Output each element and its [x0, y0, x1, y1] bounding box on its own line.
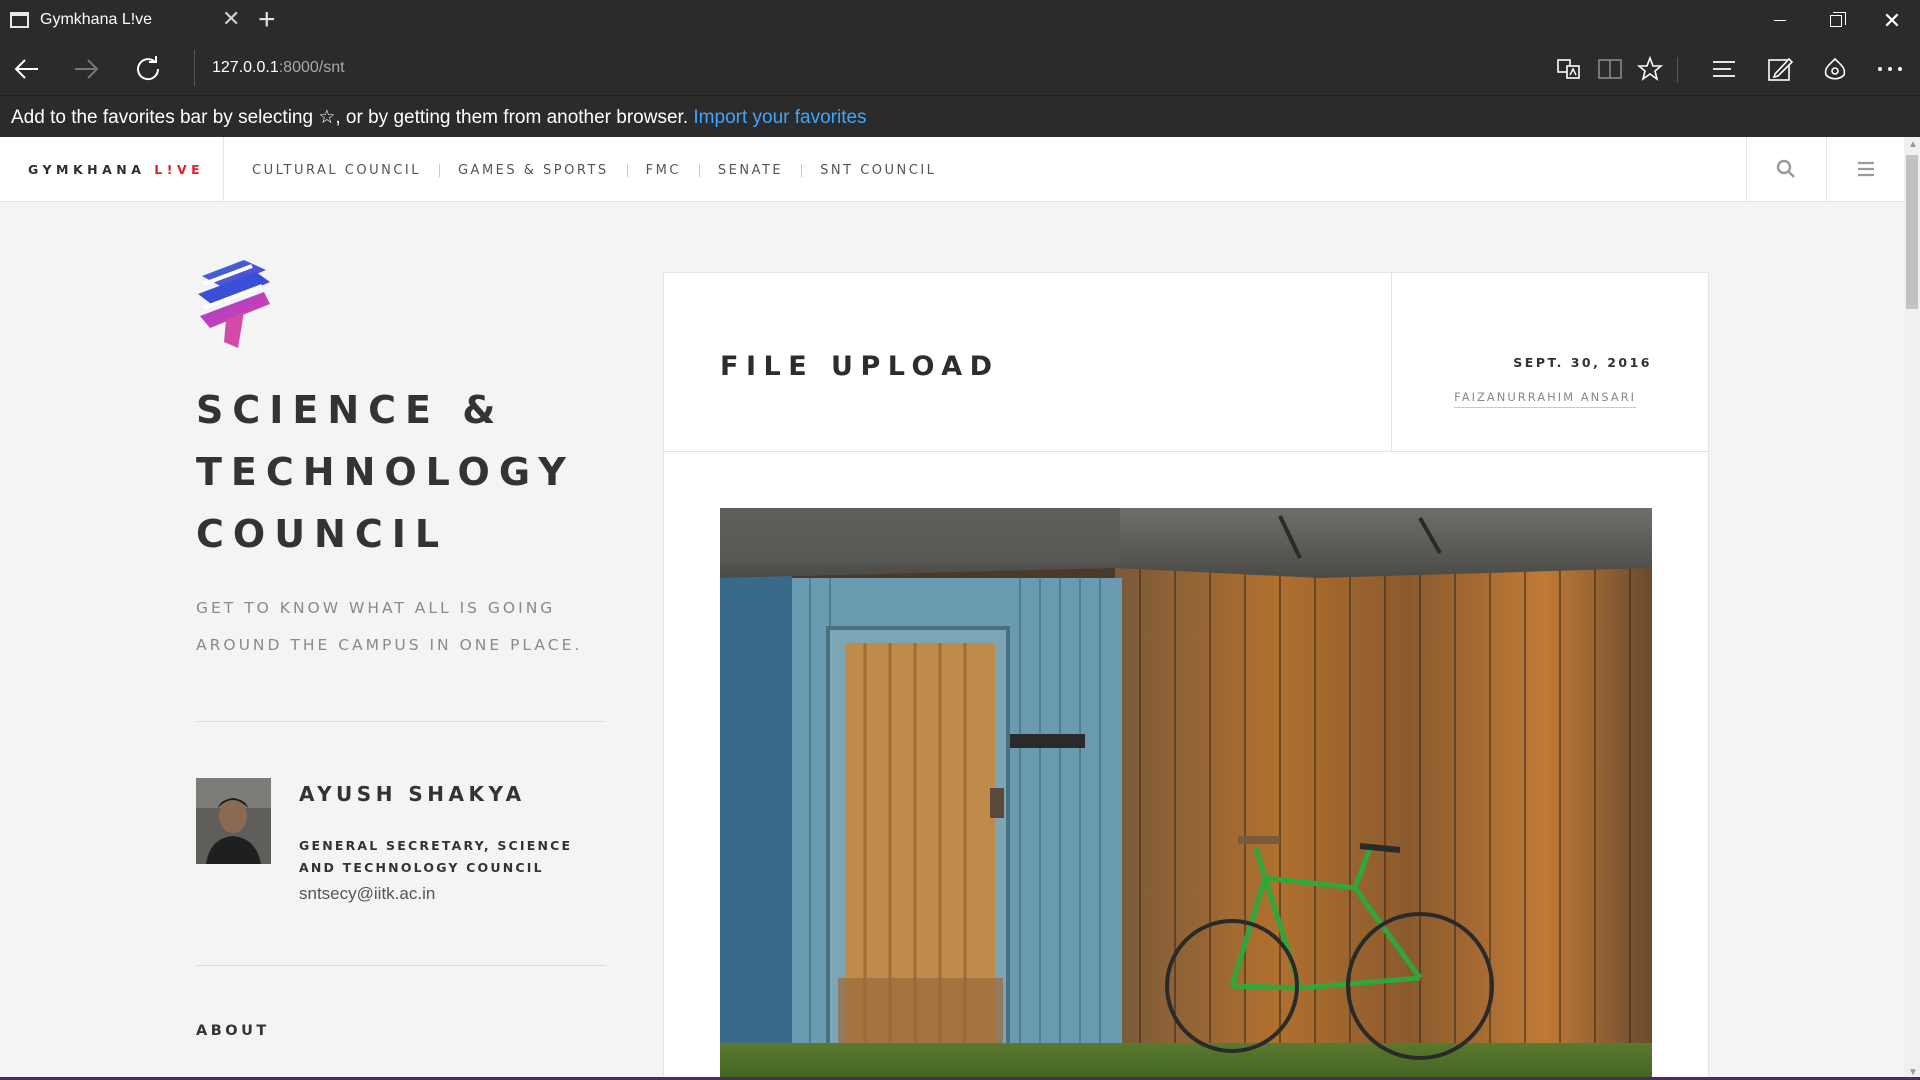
site-header: GYMKHANA L!VE CULTURAL COUNCIL GAMES & S… — [0, 137, 1904, 202]
more-icon — [1878, 67, 1902, 71]
about-heading[interactable]: ABOUT — [196, 1023, 270, 1039]
nav-snt-council[interactable]: SNT COUNCIL — [820, 163, 936, 178]
back-arrow-icon — [14, 59, 38, 79]
site-menu-button[interactable] — [1826, 137, 1904, 201]
post-card: FILE UPLOAD SEPT. 30, 2016 FAIZANURRAHIM… — [663, 272, 1709, 1080]
avatar-photo — [196, 778, 271, 864]
search-icon — [1776, 159, 1795, 178]
person-name: AYUSH SHAKYA — [299, 782, 526, 806]
page-icon — [10, 12, 29, 28]
browser-titlebar: Gymkhana L!ve ✕ + ✕ — [0, 0, 1920, 41]
minimize-icon — [1774, 20, 1786, 21]
council-title-line: TECHNOLOGY — [196, 450, 575, 494]
import-favorites-link[interactable]: Import your favorites — [693, 107, 866, 128]
post-image — [720, 508, 1652, 1080]
browser-tab[interactable]: Gymkhana L!ve ✕ — [0, 0, 250, 41]
bicycle-shed-photo — [720, 508, 1652, 1080]
url-host: 127.0.0.1 — [212, 59, 279, 76]
back-button[interactable] — [7, 50, 47, 88]
brand-main: GYMKHANA — [28, 162, 155, 177]
share-icon — [1824, 57, 1846, 80]
favorite-star-button[interactable] — [1632, 51, 1668, 87]
avatar — [196, 778, 271, 864]
address-bar: 127.0.0.1:8000/snt — [0, 41, 1920, 96]
toolbar-separator — [1677, 57, 1678, 83]
forward-arrow-icon — [75, 59, 99, 79]
menu-icon — [1858, 161, 1874, 177]
post-header: FILE UPLOAD SEPT. 30, 2016 FAIZANURRAHIM… — [664, 273, 1708, 452]
scrollbar-thumb[interactable] — [1906, 155, 1918, 309]
nav-divider — [626, 164, 628, 177]
favorites-bar: Add to the favorites bar by selecting ☆,… — [0, 96, 1920, 137]
site-search-button[interactable] — [1746, 137, 1825, 201]
close-window-button[interactable]: ✕ — [1864, 0, 1920, 41]
post-date: SEPT. 30, 2016 — [1513, 355, 1652, 370]
council-title-line: SCIENCE & — [196, 388, 505, 432]
nav-fmc[interactable]: FMC — [646, 163, 681, 178]
star-icon — [1637, 56, 1663, 81]
page-scrollbar[interactable]: ▲ ▼ — [1904, 137, 1920, 1080]
role-line: GENERAL SECRETARY, SCIENCE — [299, 838, 573, 853]
web-note-icon — [1768, 57, 1793, 81]
tagline-line: AROUND THE CAMPUS IN ONE PLACE. — [196, 636, 583, 654]
nav-games-sports[interactable]: GAMES & SPORTS — [458, 163, 609, 178]
more-button[interactable] — [1872, 51, 1908, 87]
site-logo-text[interactable]: GYMKHANA L!VE — [0, 137, 224, 201]
tab-title: Gymkhana L!ve — [40, 11, 153, 28]
sidebar-divider — [196, 965, 606, 966]
minimize-button[interactable] — [1752, 0, 1808, 41]
role-line: AND TECHNOLOGY COUNCIL — [299, 860, 544, 875]
nav-senate[interactable]: SENATE — [718, 163, 783, 178]
reading-view-icon — [1598, 59, 1622, 79]
nav-divider — [438, 164, 440, 177]
council-logo — [196, 258, 272, 355]
nav-divider — [698, 164, 700, 177]
favorites-bar-text: Add to the favorites bar by selecting ☆,… — [11, 107, 689, 128]
sidebar-divider — [196, 721, 606, 722]
top-navigation: CULTURAL COUNCIL GAMES & SPORTS FMC SENA… — [252, 163, 936, 178]
brand-live: L!VE — [154, 162, 205, 177]
council-tagline: GET TO KNOW WHAT ALL IS GOING AROUND THE… — [196, 590, 606, 664]
nav-cultural-council[interactable]: CULTURAL COUNCIL — [252, 163, 421, 178]
share-button[interactable] — [1817, 51, 1853, 87]
person-email[interactable]: sntsecy@iitk.ac.in — [299, 884, 435, 904]
url-field[interactable]: 127.0.0.1:8000/snt — [212, 59, 345, 77]
council-logo-icon — [198, 260, 270, 348]
new-tab-icon[interactable]: + — [258, 4, 276, 36]
web-note-button[interactable] — [1762, 51, 1798, 87]
web-page: GYMKHANA L!VE CULTURAL COUNCIL GAMES & S… — [0, 137, 1904, 1080]
close-tab-icon[interactable]: ✕ — [222, 8, 240, 30]
refresh-icon — [137, 56, 160, 81]
refresh-button[interactable] — [128, 50, 168, 88]
council-title: SCIENCE & TECHNOLOGY COUNCIL — [196, 379, 606, 565]
scroll-up-icon[interactable]: ▲ — [1908, 139, 1918, 150]
tagline-line: GET TO KNOW WHAT ALL IS GOING — [196, 599, 556, 617]
restore-icon — [1830, 11, 1846, 27]
url-separator — [194, 50, 195, 86]
post-title[interactable]: FILE UPLOAD — [720, 351, 1000, 382]
reading-view-button[interactable] — [1592, 51, 1628, 87]
translate-icon — [1557, 59, 1580, 79]
post-author-link[interactable]: FAIZANURRAHIM ANSARI — [1454, 390, 1636, 408]
hub-icon — [1713, 61, 1735, 77]
url-path: :8000/snt — [278, 59, 345, 76]
hub-button[interactable] — [1706, 51, 1742, 87]
restore-button[interactable] — [1808, 0, 1864, 41]
nav-divider — [801, 164, 803, 177]
translate-button[interactable] — [1551, 51, 1587, 87]
post-meta: SEPT. 30, 2016 FAIZANURRAHIM ANSARI — [1391, 273, 1708, 452]
person-role: GENERAL SECRETARY, SCIENCE AND TECHNOLOG… — [299, 835, 599, 879]
forward-button[interactable] — [66, 50, 106, 88]
council-title-line: COUNCIL — [196, 512, 449, 556]
